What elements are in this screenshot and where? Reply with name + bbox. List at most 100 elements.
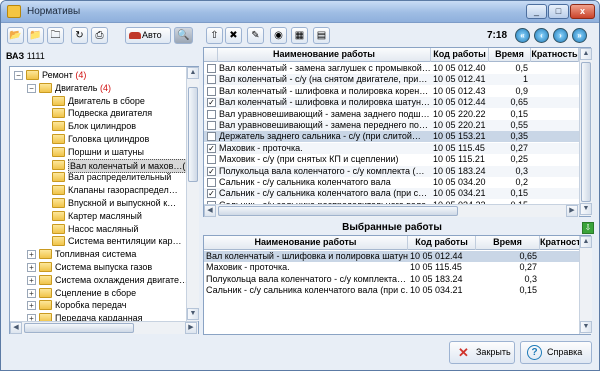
checkbox-checked[interactable]: ✓ xyxy=(207,143,216,153)
tree-item[interactable]: + Сцепление в сборе xyxy=(10,287,186,299)
checkbox-checked[interactable]: ✓ xyxy=(207,98,216,108)
works-scroll-left-icon[interactable]: ◀ xyxy=(204,205,216,217)
selected-scroll-up-icon[interactable]: ▲ xyxy=(580,236,592,248)
prev-icon[interactable]: ‹ xyxy=(534,28,549,43)
selected-row[interactable]: Маховик - проточка. 10 05 115.45 0,27 xyxy=(204,262,580,273)
checkbox[interactable] xyxy=(207,109,216,119)
columns-icon[interactable]: ▦ xyxy=(291,27,308,44)
header-work-name[interactable]: Наименование работы xyxy=(218,48,431,62)
table-row[interactable]: Вал уравновешивающий - замена заднего по… xyxy=(204,109,580,120)
tree-scroll-thumb[interactable] xyxy=(188,87,198,182)
table-row[interactable]: Вал коленчатый - шлифовка и полировка ко… xyxy=(204,86,580,97)
tree-item[interactable]: − Двигатель (4) xyxy=(10,82,186,94)
checkbox[interactable] xyxy=(207,155,216,165)
checkbox[interactable] xyxy=(207,75,216,85)
tree-item[interactable]: − Ремонт (4) xyxy=(10,69,186,81)
next-icon[interactable]: › xyxy=(553,28,568,43)
header-multiplicity[interactable]: Кратность xyxy=(531,48,579,62)
help-button[interactable]: ? Справка xyxy=(520,341,592,364)
expand-icon[interactable]: + xyxy=(27,288,36,298)
table-row[interactable]: Маховик - с/у (при снятых КП и сцеплении… xyxy=(204,154,580,165)
tree-item[interactable]: Клапаны газораспредел… xyxy=(10,184,186,196)
tree-item[interactable]: Двигатель в сборе xyxy=(10,95,186,107)
first-icon[interactable]: « xyxy=(515,28,530,43)
selected-scroll-down-icon[interactable]: ▼ xyxy=(580,321,592,333)
sel-header-work-name[interactable]: Наименование работы xyxy=(204,236,408,250)
tree-horizontal-scrollbar[interactable]: ◀ ▶ xyxy=(10,321,198,334)
calculator-icon[interactable]: ▤ xyxy=(313,27,330,44)
collapse-icon[interactable]: − xyxy=(14,71,23,80)
open-folder-icon[interactable]: 📂 xyxy=(7,27,24,44)
tree-item[interactable]: Система вентиляции кар… xyxy=(10,235,186,247)
works-scroll-down-icon[interactable]: ▼ xyxy=(580,203,592,215)
scroll-left-icon[interactable]: ◀ xyxy=(10,322,22,334)
checkbox-checked[interactable]: ✓ xyxy=(207,189,216,199)
tree-item[interactable]: Подвеска двигателя xyxy=(10,107,186,119)
selected-row[interactable]: Вал коленчатый - шлифовка и полировка ша… xyxy=(204,251,580,262)
table-row[interactable]: Сальник - с/у сальника коленчатого вала 1… xyxy=(204,177,580,188)
close-window-button[interactable]: x xyxy=(570,4,595,19)
move-up-icon[interactable]: ⇧ xyxy=(206,27,223,44)
checkbox[interactable] xyxy=(207,64,216,73)
view-icon[interactable]: ◉ xyxy=(270,27,287,44)
tree-item[interactable]: + Система выпуска газов xyxy=(10,261,186,273)
sel-header-code[interactable]: Код работы xyxy=(408,236,476,250)
search-icon[interactable]: 🔍 xyxy=(174,27,193,44)
tree-item[interactable]: Насос масляный xyxy=(10,223,186,235)
folder-red-icon[interactable]: 📁 xyxy=(27,27,44,44)
checkbox[interactable] xyxy=(207,132,216,142)
tree-item[interactable]: Поршни и шатуны xyxy=(10,146,186,158)
tree-item[interactable]: Головка цилиндров xyxy=(10,133,186,145)
expand-icon[interactable]: + xyxy=(27,301,36,311)
tree-vertical-scrollbar[interactable]: ▲ ▼ xyxy=(186,67,199,321)
works-scroll-up-icon[interactable]: ▲ xyxy=(580,48,592,60)
checkbox-checked[interactable]: ✓ xyxy=(207,166,216,176)
table-row[interactable]: Вал коленчатый - замена заглушек с промы… xyxy=(204,63,580,74)
checkbox[interactable] xyxy=(207,121,216,130)
checkbox[interactable] xyxy=(207,178,216,187)
checkbox[interactable] xyxy=(207,86,216,96)
works-table[interactable]: Наименование работы Код работы Время Кра… xyxy=(203,47,591,217)
tree-item[interactable]: Вал распределительный xyxy=(10,171,186,183)
scroll-right-icon[interactable]: ▶ xyxy=(185,322,197,334)
tree-hscroll-thumb[interactable] xyxy=(24,323,134,333)
scroll-down-icon[interactable]: ▼ xyxy=(187,308,199,320)
auto-button[interactable]: Авто xyxy=(125,27,171,44)
sel-header-time[interactable]: Время xyxy=(476,236,540,250)
collapse-icon[interactable]: − xyxy=(27,83,36,93)
expand-icon[interactable]: + xyxy=(27,263,36,272)
table-row[interactable]: Вал уравновешивающий - замена переднего … xyxy=(204,120,580,131)
works-scroll-thumb[interactable] xyxy=(581,62,591,202)
table-row[interactable]: Держатель заднего сальника - с/у (при сл… xyxy=(204,131,580,143)
table-row[interactable]: ✓ Маховик - проточка. 10 05 115.45 0,27 xyxy=(204,142,580,154)
tree-item[interactable]: Вал коленчатый и махов…( xyxy=(10,158,188,173)
close-button[interactable]: ✕ Закрыть xyxy=(449,341,515,364)
tree-item[interactable]: + Система охлаждения двигате… xyxy=(10,274,188,286)
selected-row[interactable]: Полукольца вала коленчатого - с/у компле… xyxy=(204,274,580,285)
header-code[interactable]: Код работы xyxy=(431,48,489,62)
tree-item[interactable]: Блок цилиндров xyxy=(10,120,186,132)
refresh-icon[interactable]: ↻ xyxy=(71,27,88,44)
works-horizontal-scrollbar[interactable]: ◀ ▶ xyxy=(204,204,579,217)
selected-works-table[interactable]: Наименование работы Код работы Время Кра… xyxy=(203,235,591,335)
table-row[interactable]: ✓ Сальник - с/у сальника коленчатого вала… xyxy=(204,188,580,200)
tree-item[interactable]: + Топливная система xyxy=(10,248,186,260)
selected-vertical-scrollbar[interactable]: ▲ ▼ xyxy=(579,236,592,334)
tree-item[interactable]: + Коробка передач xyxy=(10,299,186,311)
works-vertical-scrollbar[interactable]: ▲ ▼ xyxy=(579,48,592,216)
selected-row[interactable]: Сальник - с/у сальника коленчатого вала … xyxy=(204,285,580,296)
maximize-button[interactable]: □ xyxy=(548,4,569,19)
print-icon[interactable]: ⎙ xyxy=(91,27,108,44)
header-time[interactable]: Время xyxy=(489,48,531,62)
expand-icon[interactable]: + xyxy=(27,250,36,260)
table-row[interactable]: ✓ Полукольца вала коленчатого - с/у компл… xyxy=(204,165,580,177)
works-scroll-right-icon[interactable]: ▶ xyxy=(566,205,578,217)
expand-icon[interactable]: + xyxy=(27,275,36,285)
delete-icon[interactable]: ✖ xyxy=(225,27,242,44)
edit-icon[interactable]: ✎ xyxy=(247,27,264,44)
scroll-up-icon[interactable]: ▲ xyxy=(187,67,199,79)
minimize-button[interactable]: _ xyxy=(526,4,547,19)
table-row[interactable]: Вал коленчатый - с/у (на снятом двигател… xyxy=(204,74,580,86)
folder-open-icon[interactable]: 🗀 xyxy=(47,27,64,44)
sel-header-multiplicity[interactable]: Кратность xyxy=(540,236,580,250)
